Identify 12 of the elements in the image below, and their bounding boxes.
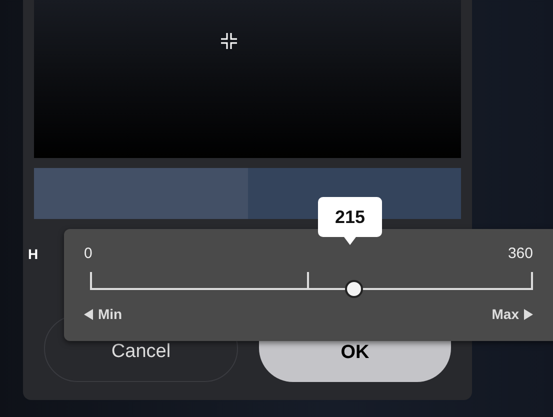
right-triangle-icon xyxy=(524,308,533,320)
value-label: 215 xyxy=(334,206,366,228)
slider-track[interactable] xyxy=(90,272,533,300)
slider-thumb[interactable] xyxy=(345,280,364,298)
channel-label: H xyxy=(28,246,38,262)
max-button[interactable]: Max xyxy=(492,306,533,322)
color-swatch[interactable] xyxy=(34,168,248,219)
crosshair-icon xyxy=(221,33,237,49)
tick-mark xyxy=(307,272,310,290)
left-triangle-icon xyxy=(84,308,93,320)
max-value: 360 xyxy=(508,245,533,262)
min-value: 0 xyxy=(84,245,92,262)
